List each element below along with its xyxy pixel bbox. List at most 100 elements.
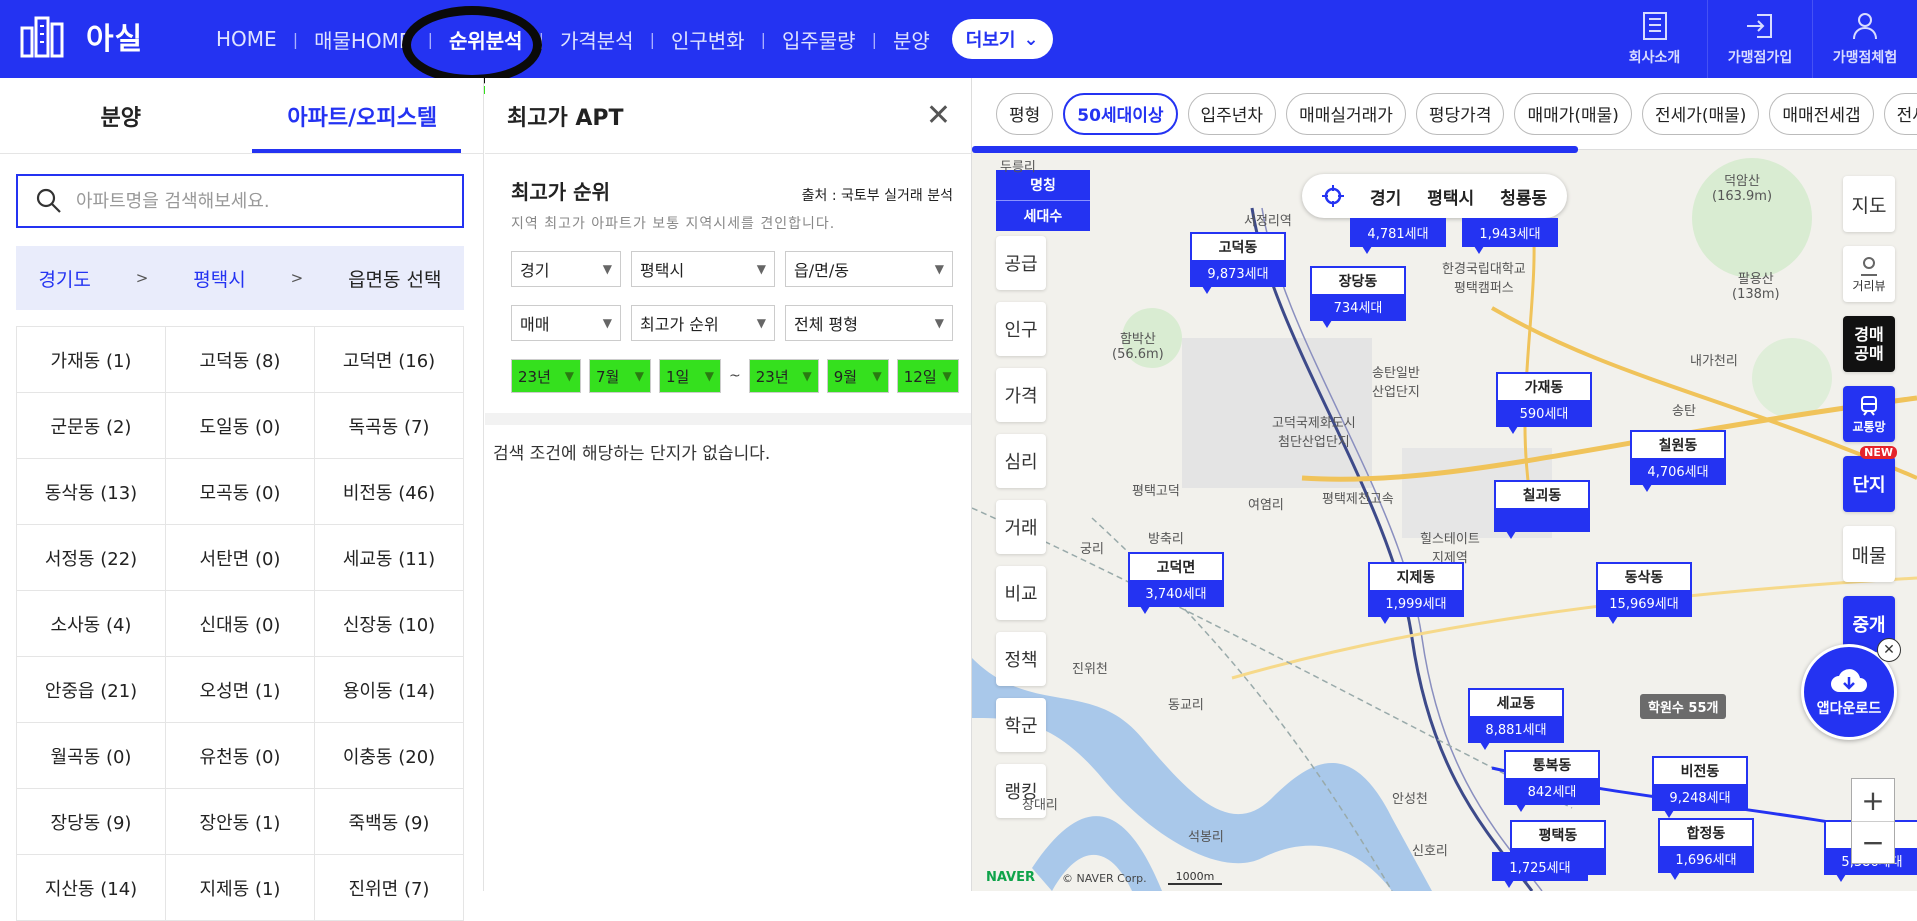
franchise-join-button[interactable]: 가맹점가입	[1707, 0, 1812, 78]
town-cell[interactable]: 지산동 (14)	[17, 855, 166, 921]
apartment-marker[interactable]: 지제동 1,999세대	[1368, 562, 1464, 624]
town-cell[interactable]: 동삭동 (13)	[17, 459, 166, 525]
map-mode-button[interactable]: 지도	[1843, 176, 1895, 232]
traffic-button[interactable]: 교통망	[1843, 386, 1895, 442]
apartment-marker[interactable]: 장당동 734세대	[1310, 266, 1406, 328]
filter-chip[interactable]: 50세대이상	[1063, 92, 1178, 135]
filter-chip[interactable]: 평당가격	[1415, 92, 1505, 135]
apartment-search-box[interactable]	[16, 174, 464, 228]
town-cell[interactable]: 용이동 (14)	[315, 657, 464, 723]
nav-presale[interactable]: 분양	[889, 25, 934, 54]
city-select[interactable]: 평택시 ▼	[631, 251, 775, 287]
apartment-marker[interactable]: 4,781세대	[1350, 218, 1446, 254]
map-layer-button[interactable]: 거래	[996, 500, 1046, 554]
zoom-out-button[interactable]: −	[1852, 821, 1894, 863]
town-cell[interactable]: 지제동 (1)	[166, 855, 315, 921]
map-layer-button[interactable]: 가격	[996, 368, 1046, 422]
town-cell[interactable]: 진위면 (7)	[315, 855, 464, 921]
map-view[interactable]: 평형 50세대이상 입주년차 매매실거래가 평당가격 매매가(매물) 전세가(매물) 매매전세…	[972, 78, 1917, 891]
apartment-marker[interactable]: 합정동 1,696세대	[1658, 818, 1754, 880]
province-select[interactable]: 경기 ▼	[511, 251, 621, 287]
listing-button[interactable]: 매물	[1843, 526, 1895, 582]
town-cell[interactable]: 가재동 (1)	[17, 327, 166, 393]
to-year-select[interactable]: 23년 ▼	[748, 359, 819, 393]
nav-population[interactable]: 인구변화	[667, 25, 749, 54]
logo[interactable]: 아실	[20, 14, 143, 58]
map-layer-button[interactable]: 공급	[996, 236, 1046, 290]
rank-type-select[interactable]: 최고가 순위 ▼	[631, 305, 775, 341]
location-province[interactable]: 경기	[1370, 184, 1401, 209]
map-layer-button[interactable]: 정책	[996, 632, 1046, 686]
from-day-select[interactable]: 1일 ▼	[659, 359, 721, 393]
apartment-marker[interactable]: 세교동 8,881세대	[1468, 688, 1564, 750]
town-cell[interactable]: 소사동 (4)	[17, 591, 166, 657]
apartment-marker[interactable]: 고덕동 9,873세대	[1190, 232, 1286, 294]
apartment-marker[interactable]: 1,943세대	[1462, 218, 1558, 254]
search-input[interactable]	[76, 190, 436, 212]
map-layer-button[interactable]: 비교	[996, 566, 1046, 620]
town-cell[interactable]: 서정동 (22)	[17, 525, 166, 591]
filter-chip[interactable]: 매매전세갭	[1769, 92, 1874, 135]
town-cell[interactable]: 안중읍 (21)	[17, 657, 166, 723]
school-count-badge[interactable]: 학원수 55개	[1640, 694, 1727, 719]
town-select[interactable]: 읍/면/동 ▼	[785, 251, 953, 287]
apartment-marker[interactable]: 칠괴동	[1494, 480, 1590, 539]
nav-rank-analysis[interactable]: 순위분석	[445, 25, 527, 54]
town-cell[interactable]: 도일동 (0)	[166, 393, 315, 459]
from-year-select[interactable]: 23년 ▼	[511, 359, 581, 393]
complex-button[interactable]: NEW 단지	[1843, 446, 1897, 512]
filter-chip[interactable]: 매매실거래가	[1286, 92, 1406, 135]
apartment-marker[interactable]: 1,725세대	[1492, 852, 1588, 888]
filter-chip[interactable]: 매매가(매물)	[1514, 92, 1632, 135]
map-layer-button[interactable]: 학군	[996, 698, 1046, 752]
from-month-select[interactable]: 7월 ▼	[589, 359, 651, 393]
town-cell[interactable]: 장당동 (9)	[17, 789, 166, 855]
chip-scrollbar[interactable]	[972, 146, 1578, 153]
town-cell[interactable]: 서탄면 (0)	[166, 525, 315, 591]
tab-apartment-officetel[interactable]: 아파트/오피스텔	[242, 78, 484, 153]
close-icon[interactable]: ✕	[926, 98, 951, 133]
town-cell[interactable]: 세교동 (11)	[315, 525, 464, 591]
town-cell[interactable]: 월곡동 (0)	[17, 723, 166, 789]
apartment-marker[interactable]: 동삭동 15,969세대	[1596, 562, 1692, 624]
location-town[interactable]: 청룡동	[1500, 184, 1547, 209]
apartment-marker[interactable]: 비전동 9,248세대	[1652, 756, 1748, 818]
deal-type-select[interactable]: 매매 ▼	[511, 305, 621, 341]
apartment-marker[interactable]: 통복동 842세대	[1504, 750, 1600, 812]
apartment-marker[interactable]: 가재동 590세대	[1496, 372, 1592, 434]
apartment-marker[interactable]: 고덕면 3,740세대	[1128, 552, 1224, 614]
current-location-pill[interactable]: 경기 평택시 청룡동	[1302, 174, 1568, 218]
town-cell[interactable]: 고덕동 (8)	[166, 327, 315, 393]
size-select[interactable]: 전체 평형 ▼	[785, 305, 953, 341]
map-layer-button[interactable]: 인구	[996, 302, 1046, 356]
location-city[interactable]: 평택시	[1427, 184, 1474, 209]
region-city[interactable]: 평택시	[193, 265, 245, 292]
zoom-in-button[interactable]: +	[1852, 779, 1894, 821]
town-cell[interactable]: 죽백동 (9)	[315, 789, 464, 855]
town-cell[interactable]: 독곡동 (7)	[315, 393, 464, 459]
franchise-trial-button[interactable]: 가맹점체험	[1812, 0, 1917, 78]
nav-listing-home[interactable]: 매물HOME	[310, 25, 415, 54]
tab-presale[interactable]: 분양	[0, 78, 242, 153]
company-intro-button[interactable]: 회사소개	[1602, 0, 1707, 78]
more-button[interactable]: 더보기 ⌄	[951, 19, 1053, 59]
town-cell[interactable]: 오성면 (1)	[166, 657, 315, 723]
distance-view-button[interactable]: 거리뷰	[1843, 246, 1895, 302]
town-cell[interactable]: 유천동 (0)	[166, 723, 315, 789]
town-cell[interactable]: 모곡동 (0)	[166, 459, 315, 525]
town-cell[interactable]: 비전동 (46)	[315, 459, 464, 525]
town-cell[interactable]: 군문동 (2)	[17, 393, 166, 459]
town-cell[interactable]: 신대동 (0)	[166, 591, 315, 657]
filter-chip[interactable]: 입주년차	[1187, 92, 1277, 135]
filter-chip[interactable]: 평형	[996, 92, 1054, 135]
auction-button[interactable]: 경매 공매	[1843, 316, 1895, 372]
town-cell[interactable]: 이충동 (20)	[315, 723, 464, 789]
nav-move-in-supply[interactable]: 입주물량	[778, 25, 860, 54]
filter-chip[interactable]: 전세가(매물)	[1641, 92, 1760, 135]
to-day-select[interactable]: 12일 ▼	[896, 359, 959, 393]
region-town-select[interactable]: 읍면동 선택	[348, 265, 441, 292]
map-layer-button[interactable]: 심리	[996, 434, 1046, 488]
filter-chip[interactable]: 전세가	[1883, 92, 1917, 135]
nav-price-analysis[interactable]: 가격분석	[556, 25, 638, 54]
region-province[interactable]: 경기도	[38, 265, 90, 292]
